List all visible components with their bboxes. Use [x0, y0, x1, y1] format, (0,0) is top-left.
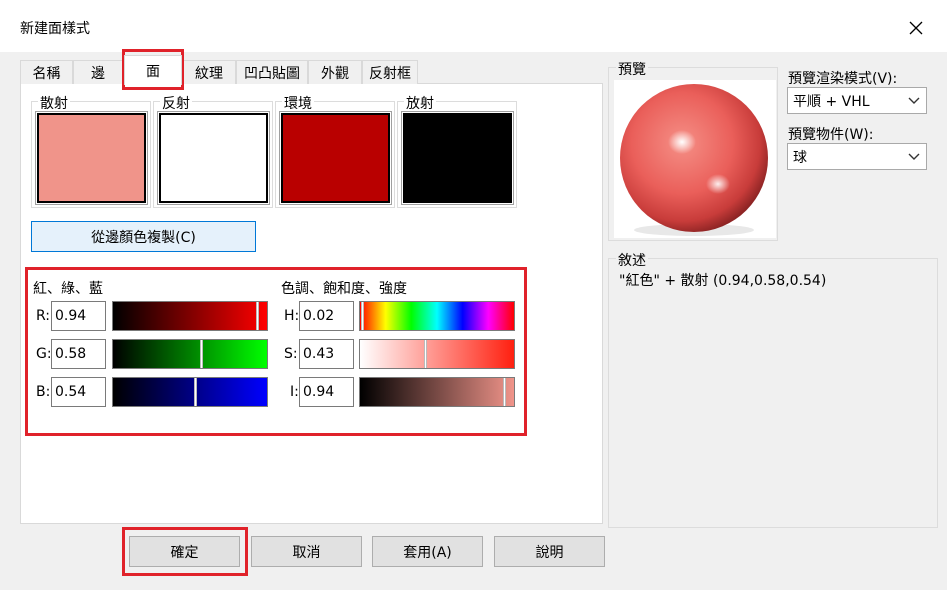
r-value: 0.94 — [55, 308, 87, 324]
b-value: 0.54 — [55, 384, 87, 400]
close-button[interactable] — [898, 10, 934, 46]
b-label: B: — [36, 384, 51, 400]
ambient-label: 環境 — [282, 93, 314, 113]
rgb-title: 紅、綠、藍 — [33, 281, 103, 297]
preview-object-label: 預覽物件(W): — [788, 127, 874, 143]
tab-label: 反射框 — [369, 65, 411, 82]
diffuse-swatch[interactable] — [36, 112, 147, 204]
g-slider-thumb[interactable] — [200, 340, 203, 368]
r-input[interactable]: 0.94 — [51, 301, 106, 331]
preview-canvas — [614, 80, 776, 238]
h-label: H: — [284, 308, 300, 324]
tab-face[interactable]: 面 — [124, 55, 182, 85]
tab-name[interactable]: 名稱 — [20, 60, 73, 84]
s-slider[interactable] — [359, 339, 515, 369]
tab-label: 邊 — [91, 65, 105, 82]
i-slider-thumb[interactable] — [503, 378, 506, 406]
tab-label: 紋理 — [195, 65, 223, 82]
copy-from-edge-button[interactable]: 從邊顏色複製(C) — [31, 221, 256, 252]
title-bar — [0, 0, 947, 52]
s-slider-thumb[interactable] — [424, 340, 427, 368]
description-text: "紅色" + 散射 (0.94,0.58,0.54) — [619, 273, 827, 289]
close-icon — [909, 21, 923, 35]
h-input[interactable]: 0.02 — [299, 301, 354, 331]
tab-bump-map[interactable]: 凹凸貼圖 — [236, 60, 308, 84]
s-value: 0.43 — [303, 346, 335, 362]
sphere-preview — [620, 84, 768, 236]
apply-label: 套用(A) — [403, 544, 452, 561]
tab-texture[interactable]: 紋理 — [182, 60, 236, 84]
ok-button[interactable]: 確定 — [129, 536, 240, 567]
r-slider[interactable] — [112, 301, 268, 331]
help-button[interactable]: 說明 — [494, 536, 605, 567]
tab-appearance[interactable]: 外觀 — [308, 60, 362, 84]
description-group — [608, 258, 938, 528]
diffuse-label: 散射 — [38, 93, 70, 113]
g-slider[interactable] — [112, 339, 268, 369]
r-label: R: — [36, 308, 51, 324]
reflect-label: 反射 — [160, 93, 192, 113]
i-slider[interactable] — [359, 377, 515, 407]
tab-reflection-frame[interactable]: 反射框 — [362, 60, 418, 84]
ambient-swatch[interactable] — [280, 112, 391, 204]
preview-object-select[interactable]: 球 — [787, 143, 927, 170]
cancel-button[interactable]: 取消 — [251, 536, 362, 567]
copy-from-edge-label: 從邊顏色複製(C) — [91, 229, 196, 246]
tab-label: 面 — [146, 63, 160, 80]
render-mode-value: 平順 + VHL — [793, 93, 870, 110]
h-slider[interactable] — [359, 301, 515, 331]
h-slider-thumb[interactable] — [361, 302, 364, 330]
g-value: 0.58 — [55, 346, 87, 362]
r-slider-thumb[interactable] — [256, 302, 259, 330]
tab-label: 名稱 — [32, 65, 61, 82]
i-input[interactable]: 0.94 — [299, 377, 354, 407]
s-input[interactable]: 0.43 — [299, 339, 354, 369]
b-slider[interactable] — [112, 377, 268, 407]
g-label: G: — [36, 346, 52, 362]
hsi-title: 色調、飽和度、強度 — [281, 281, 407, 297]
h-value: 0.02 — [303, 308, 335, 324]
emit-swatch[interactable] — [402, 112, 513, 204]
render-mode-label: 預覽渲染模式(V): — [788, 71, 898, 87]
b-input[interactable]: 0.54 — [51, 377, 106, 407]
emit-label: 放射 — [404, 93, 436, 113]
i-label: I: — [290, 384, 299, 400]
tab-label: 凹凸貼圖 — [244, 65, 300, 82]
window-title: 新建面樣式 — [20, 21, 90, 37]
tab-label: 外觀 — [321, 65, 349, 82]
cancel-label: 取消 — [292, 544, 321, 561]
tab-edge[interactable]: 邊 — [73, 60, 123, 84]
apply-button[interactable]: 套用(A) — [372, 536, 483, 567]
chevron-down-icon — [908, 97, 920, 104]
preview-title: 預覽 — [616, 59, 648, 79]
i-value: 0.94 — [303, 384, 335, 400]
preview-object-value: 球 — [793, 149, 807, 166]
chevron-down-icon — [908, 153, 920, 160]
s-label: S: — [284, 346, 298, 362]
b-slider-thumb[interactable] — [194, 378, 197, 406]
g-input[interactable]: 0.58 — [51, 339, 106, 369]
description-title: 敘述 — [616, 250, 648, 270]
ok-label: 確定 — [170, 544, 199, 561]
help-label: 說明 — [535, 544, 564, 561]
render-mode-select[interactable]: 平順 + VHL — [787, 87, 927, 114]
reflect-swatch[interactable] — [158, 112, 269, 204]
